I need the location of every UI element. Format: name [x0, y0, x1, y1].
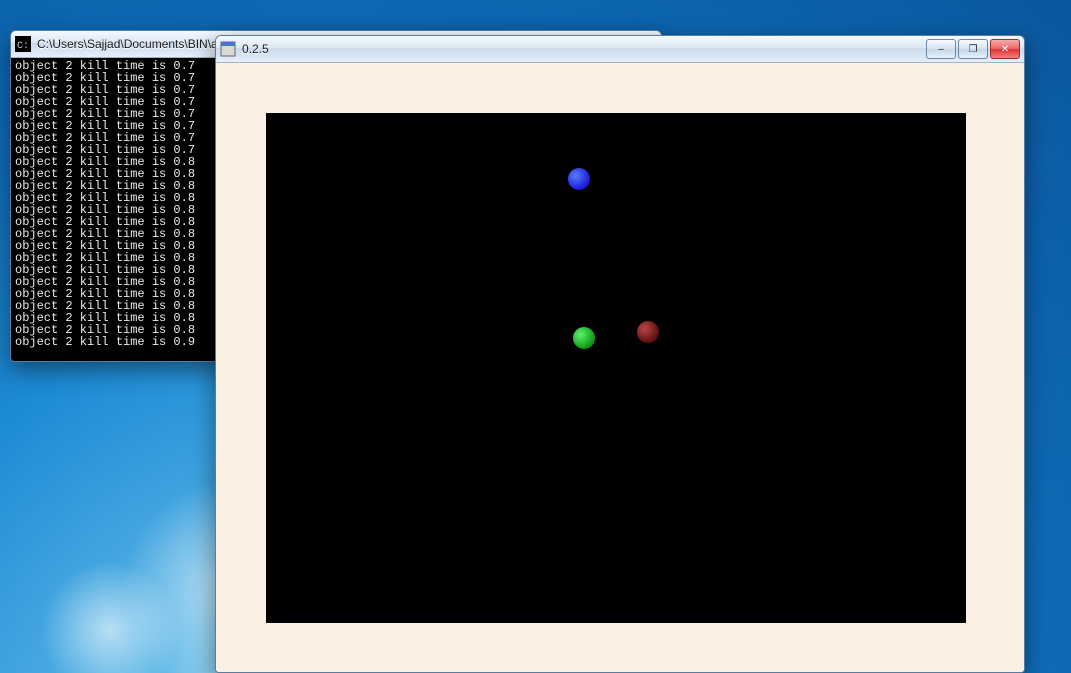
cmd-icon: C: — [15, 36, 31, 52]
maximize-button[interactable]: ❐ — [958, 39, 988, 59]
ball-red — [637, 321, 659, 343]
svg-text:C:: C: — [17, 41, 29, 52]
wallpaper-flare — [40, 560, 180, 673]
close-icon: ✕ — [1001, 44, 1009, 55]
minimize-button[interactable]: – — [926, 39, 956, 59]
ball-green — [573, 327, 595, 349]
maximize-icon: ❐ — [969, 44, 978, 55]
window-buttons: – ❐ ✕ — [926, 39, 1020, 59]
app-window[interactable]: 0.2.5 – ❐ ✕ — [215, 35, 1025, 673]
game-canvas[interactable] — [266, 113, 966, 623]
ball-blue — [568, 168, 590, 190]
app-title: 0.2.5 — [242, 42, 926, 56]
close-button[interactable]: ✕ — [990, 39, 1020, 59]
desktop: C: C:\Users\Sajjad\Documents\BIN\a objec… — [0, 0, 1071, 673]
app-client-area — [216, 63, 1024, 673]
app-titlebar[interactable]: 0.2.5 – ❐ ✕ — [216, 36, 1024, 63]
app-icon — [220, 41, 236, 57]
minimize-icon: – — [938, 44, 944, 55]
